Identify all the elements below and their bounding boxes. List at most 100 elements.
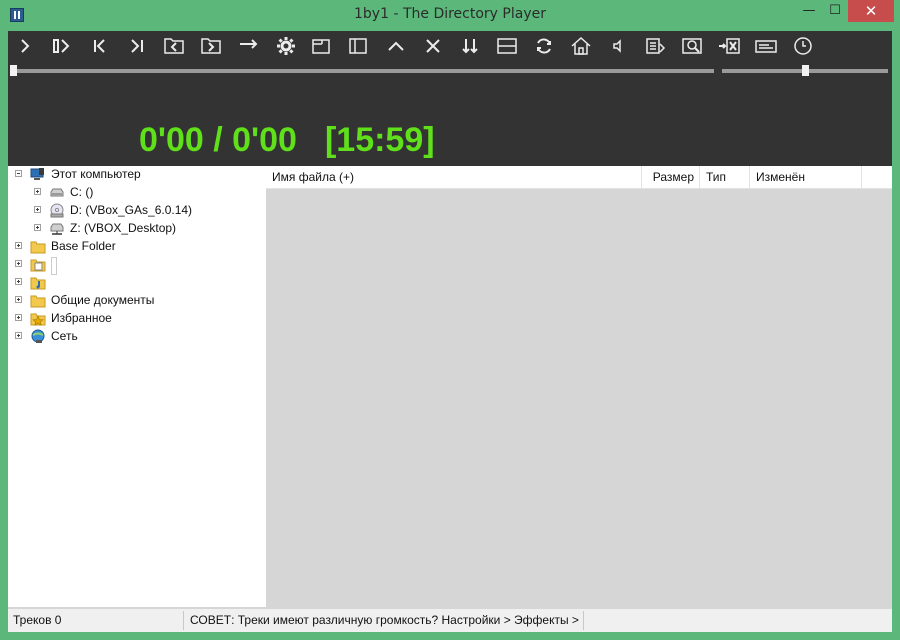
playlist-icon bbox=[646, 38, 666, 54]
minimize-button[interactable]: — bbox=[796, 0, 822, 22]
collapse-toggle[interactable] bbox=[15, 170, 22, 177]
window-compact-icon bbox=[312, 39, 330, 54]
toolbar bbox=[8, 31, 892, 61]
playlist-button[interactable] bbox=[640, 34, 670, 58]
play-button[interactable] bbox=[10, 34, 40, 58]
settings-gear-icon bbox=[277, 37, 295, 55]
tree-item-label: Этот компьютер bbox=[51, 167, 141, 181]
folder-icon bbox=[30, 241, 46, 254]
home-icon bbox=[571, 36, 591, 55]
close-window-button[interactable]: ✕ bbox=[848, 0, 894, 22]
favorites-folder-icon bbox=[30, 313, 46, 326]
previous-folder-icon bbox=[164, 38, 184, 54]
remove-button[interactable] bbox=[714, 34, 744, 58]
timer-button[interactable] bbox=[788, 34, 818, 58]
tree-item-label: Base Folder bbox=[51, 239, 116, 253]
settings-button[interactable] bbox=[271, 34, 301, 58]
tree-item-network[interactable]: Сеть bbox=[8, 328, 266, 346]
seek-thumb[interactable] bbox=[10, 65, 17, 76]
computer-icon bbox=[30, 168, 44, 180]
column-header-type[interactable]: Тип bbox=[700, 166, 750, 188]
clear-button[interactable] bbox=[418, 34, 448, 58]
drive-icon bbox=[50, 188, 64, 197]
tree-item-music[interactable] bbox=[8, 274, 266, 292]
total-time: [15:59] bbox=[324, 121, 435, 159]
volume-button[interactable] bbox=[603, 34, 633, 58]
expand-toggle[interactable] bbox=[15, 278, 22, 285]
tree-item-label: Общие документы bbox=[51, 293, 155, 307]
split-view-button[interactable] bbox=[492, 34, 522, 58]
documents-folder-icon bbox=[30, 259, 46, 272]
column-header-size[interactable]: Размер bbox=[642, 166, 700, 188]
music-folder-icon bbox=[30, 277, 46, 290]
expand-toggle[interactable] bbox=[15, 314, 22, 321]
network-drive-icon bbox=[50, 223, 64, 235]
column-header-modified[interactable]: Изменён bbox=[750, 166, 862, 188]
refresh-icon bbox=[537, 38, 551, 54]
seek-bar[interactable] bbox=[12, 69, 714, 73]
chevron-up-icon bbox=[388, 41, 404, 51]
tree-item-shared-documents[interactable]: Общие документы bbox=[8, 292, 266, 310]
keyboard-button[interactable] bbox=[751, 34, 781, 58]
refresh-button[interactable] bbox=[529, 34, 559, 58]
file-list[interactable]: Имя файла (+) Размер Тип Изменён bbox=[266, 166, 892, 607]
status-tip: СОВЕТ: Треки имеют различную громкость? … bbox=[190, 613, 580, 627]
title-bar[interactable]: 1by1 - The Directory Player — ☐ ✕ bbox=[0, 0, 900, 32]
tree-item-documents[interactable] bbox=[8, 256, 266, 275]
time-display: 0'00 / 0'00 [15:59] bbox=[139, 121, 435, 160]
tree-item-drive-c[interactable]: C: () bbox=[8, 184, 266, 202]
sidebar-toggle-button[interactable] bbox=[343, 34, 373, 58]
network-icon bbox=[31, 329, 45, 343]
tree-item-drive-d[interactable]: D: (VBox_GAs_6.0.14) bbox=[8, 202, 266, 220]
pause-next-icon bbox=[53, 39, 70, 53]
skip-arrow-button[interactable] bbox=[233, 34, 263, 58]
volume-icon bbox=[613, 39, 621, 53]
track-count: Треков 0 bbox=[13, 613, 62, 627]
previous-button[interactable] bbox=[85, 34, 115, 58]
home-button[interactable] bbox=[566, 34, 596, 58]
next-folder-button[interactable] bbox=[196, 34, 226, 58]
next-icon bbox=[131, 39, 143, 53]
search-button[interactable] bbox=[677, 34, 707, 58]
expand-toggle[interactable] bbox=[15, 242, 22, 249]
clock-icon bbox=[794, 37, 812, 55]
search-icon bbox=[682, 38, 702, 54]
app-window: 1by1 - The Directory Player — ☐ ✕ 0'00 /… bbox=[0, 0, 900, 640]
expand-toggle[interactable] bbox=[34, 188, 41, 195]
status-separator bbox=[583, 611, 584, 630]
tree-item-label bbox=[51, 257, 57, 275]
previous-folder-button[interactable] bbox=[159, 34, 189, 58]
tree-item-favorites[interactable]: Избранное bbox=[8, 310, 266, 328]
pause-next-button[interactable] bbox=[47, 34, 77, 58]
play-icon bbox=[21, 39, 30, 53]
tree-item-base-folder[interactable]: Base Folder bbox=[8, 238, 266, 256]
folder-tree: Этот компьютер C: () D: (VBox_GAs_6.0.14… bbox=[8, 166, 266, 607]
remove-icon bbox=[719, 38, 740, 54]
tree-item-label: Избранное bbox=[51, 311, 112, 325]
expand-toggle[interactable] bbox=[34, 206, 41, 213]
window-title: 1by1 - The Directory Player bbox=[354, 6, 546, 22]
down-arrows-icon bbox=[462, 39, 478, 54]
move-down-button[interactable] bbox=[455, 34, 485, 58]
maximize-button[interactable]: ☐ bbox=[822, 0, 848, 22]
keyboard-icon bbox=[755, 40, 777, 53]
column-header-filename[interactable]: Имя файла (+) bbox=[266, 166, 642, 188]
tree-item-drive-z[interactable]: Z: (VBOX_Desktop) bbox=[8, 220, 266, 238]
arrow-right-icon bbox=[240, 39, 258, 49]
tree-item-label: Сеть bbox=[51, 329, 78, 343]
collapse-button[interactable] bbox=[381, 34, 411, 58]
compact-window-button[interactable] bbox=[306, 34, 336, 58]
expand-toggle[interactable] bbox=[15, 332, 22, 339]
next-button[interactable] bbox=[122, 34, 152, 58]
expand-toggle[interactable] bbox=[15, 260, 22, 267]
cd-drive-icon bbox=[50, 203, 64, 218]
elapsed-time: 0'00 / 0'00 bbox=[139, 121, 297, 159]
expand-toggle[interactable] bbox=[15, 296, 22, 303]
folder-icon bbox=[30, 295, 46, 308]
status-separator bbox=[183, 611, 184, 630]
tree-item-this-pc[interactable]: Этот компьютер bbox=[8, 166, 266, 184]
previous-icon bbox=[94, 39, 105, 53]
volume-thumb[interactable] bbox=[801, 65, 809, 76]
tree-item-label: C: () bbox=[70, 185, 94, 199]
expand-toggle[interactable] bbox=[34, 224, 41, 231]
